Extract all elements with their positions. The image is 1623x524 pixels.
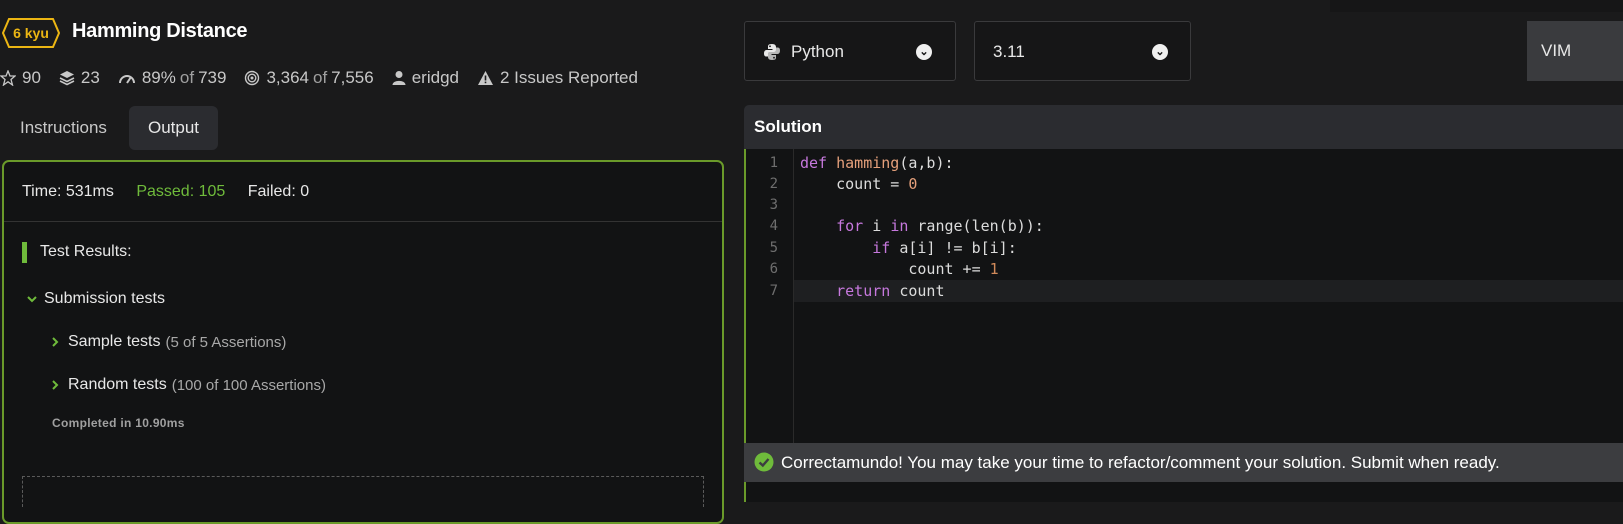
issues-stat[interactable]: 2 Issues Reported	[477, 68, 638, 88]
status-bar: Correctamundo! You may take your time to…	[744, 443, 1623, 482]
language-select[interactable]: Python ⌄	[744, 21, 956, 81]
line-number: 7	[769, 283, 778, 299]
code-line-5[interactable]: if a[i] != b[i]:	[800, 239, 1017, 257]
results-accent-bar	[22, 242, 27, 263]
version-value: 3.11	[993, 42, 1025, 61]
tab-output[interactable]: Output	[129, 106, 219, 150]
code-keyword: in	[890, 217, 909, 235]
vim-label: VIM	[1541, 41, 1572, 60]
code-text: i	[863, 217, 891, 235]
chevron-down-icon: ⌄	[916, 44, 932, 60]
passed-label: Passed: 105	[136, 183, 226, 200]
stars-stat[interactable]: 90	[0, 68, 41, 88]
completed-of: of	[312, 68, 328, 87]
test-summary: Time: 531ms Passed: 105 Failed: 0	[22, 183, 327, 201]
user-icon	[392, 71, 406, 85]
completed-count: 3,364	[266, 68, 309, 87]
line-number: 5	[769, 240, 778, 256]
stars-count: 90	[22, 68, 41, 87]
issues-label: 2 Issues Reported	[499, 68, 638, 87]
test-item-sample[interactable]: Sample tests (5 of 5 Assertions)	[50, 333, 286, 351]
kata-title[interactable]: Hamming Distance	[72, 20, 248, 43]
tab-instructions[interactable]: Instructions	[1, 106, 126, 150]
code-number: 0	[908, 175, 918, 193]
gauge-icon	[118, 75, 135, 84]
completed-time: Completed in 10.90ms	[52, 416, 185, 430]
satisfaction-of: of	[179, 68, 195, 87]
star-icon	[0, 70, 16, 86]
code-text: (a,b):	[899, 154, 954, 172]
satisfaction-percent: 89%	[141, 68, 176, 87]
code-keyword: if	[800, 239, 891, 257]
code-line-7[interactable]: return count	[800, 282, 945, 300]
test-assertions: (100 of 100 Assertions)	[171, 376, 326, 394]
code-line-4[interactable]: for i in range(len(b)):	[800, 217, 1044, 235]
line-number: 1	[769, 155, 778, 171]
code-number: 1	[989, 260, 999, 278]
test-name: Random tests	[68, 376, 167, 393]
line-number: 2	[769, 176, 778, 192]
results-title: Test Results:	[40, 243, 132, 260]
language-value: Python	[791, 42, 844, 61]
next-result-box	[22, 476, 704, 507]
kata-stats: 90 23 89% of 739 3,364 of 7,556 eridgd 2…	[0, 66, 656, 90]
code-keyword: return	[800, 282, 891, 300]
code-line-2[interactable]: count = 0	[800, 175, 917, 193]
layers-icon	[59, 71, 75, 86]
test-assertions: (5 of 5 Assertions)	[165, 333, 287, 351]
rank-label: 6 kyu	[13, 25, 49, 41]
satisfaction-stat: 89% of 739	[118, 68, 227, 88]
version-select[interactable]: 3.11 ⌄	[974, 21, 1191, 81]
vim-mode-button[interactable]: VIM	[1527, 21, 1623, 81]
code-function-name: hamming	[836, 154, 900, 172]
warning-icon	[477, 71, 493, 85]
python-icon	[764, 44, 780, 60]
time-label: Time: 531ms	[22, 183, 114, 200]
collections-stat[interactable]: 23	[59, 68, 100, 88]
code-text: count =	[800, 175, 909, 193]
group-label: Submission tests	[44, 290, 165, 307]
chevron-down-icon	[27, 296, 37, 303]
chevron-right-icon	[52, 337, 59, 347]
code-line-6[interactable]: count += 1	[800, 260, 999, 278]
check-circle-icon	[754, 452, 774, 472]
line-number: 6	[769, 261, 778, 277]
top-strip	[1330, 0, 1623, 12]
code-keyword: for	[800, 217, 864, 235]
target-icon	[245, 70, 260, 86]
line-number: 3	[769, 197, 778, 213]
rank-badge: 6 kyu	[2, 18, 60, 48]
submission-tests-group[interactable]: Submission tests	[26, 290, 165, 308]
line-gutter	[746, 149, 794, 449]
summary-divider	[4, 221, 722, 222]
failed-label: Failed: 0	[247, 183, 310, 200]
attempts-count: 7,556	[331, 68, 374, 87]
code-text: count +=	[800, 260, 990, 278]
satisfaction-votes: 739	[198, 68, 227, 87]
chevron-down-icon: ⌄	[1152, 44, 1168, 60]
solution-header: Solution	[744, 105, 1623, 149]
solution-title: Solution	[754, 117, 822, 136]
completions-stat: 3,364 of 7,556	[244, 68, 374, 88]
code-keyword: def	[800, 154, 828, 172]
chevron-right-icon	[52, 380, 59, 390]
test-item-random[interactable]: Random tests (100 of 100 Assertions)	[50, 376, 326, 394]
test-name: Sample tests	[68, 333, 161, 350]
author-stat[interactable]: eridgd	[392, 68, 459, 88]
code-text: count	[890, 282, 945, 300]
line-number: 4	[769, 218, 778, 234]
collections-count: 23	[80, 68, 100, 87]
code-line-1[interactable]: def hamming(a,b):	[800, 154, 954, 172]
status-message: Correctamundo! You may take your time to…	[781, 453, 1500, 472]
code-text: a[i] != b[i]:	[890, 239, 1017, 257]
author-name: eridgd	[411, 68, 459, 87]
code-text: range(len(b)):	[908, 217, 1044, 235]
